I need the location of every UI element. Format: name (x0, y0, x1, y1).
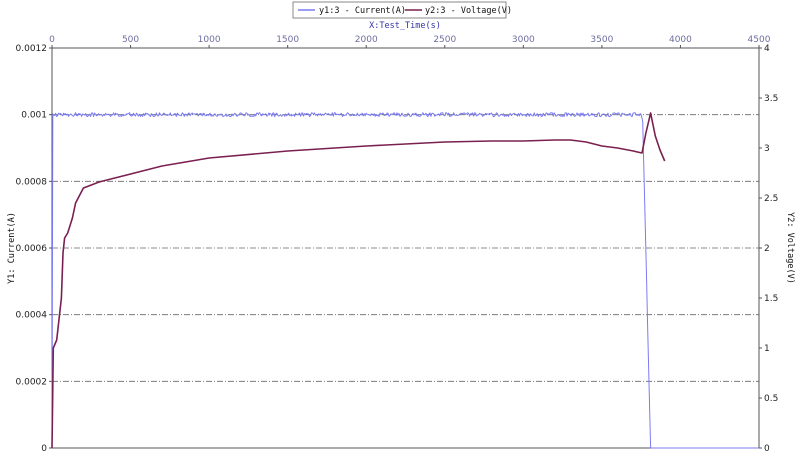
y2-tick-label: 3 (764, 144, 770, 154)
x-tick-label: 2000 (355, 35, 378, 45)
x-tick-label: 3500 (590, 35, 613, 45)
y1-tick-label: 0.0006 (16, 244, 48, 254)
y1-tick-label: 0.0012 (16, 44, 48, 54)
chart: 00.00020.00040.00060.00080.0010.001200.5… (7, 1, 795, 454)
y2-tick-label: 0.5 (764, 394, 778, 404)
y2-axis-title: Y2: Voltage(V) (785, 212, 795, 284)
legend: y1:3 - Current(A) y2:3 - Voltage(V) (292, 1, 512, 19)
x-tick-label: 4000 (669, 35, 692, 45)
y2-tick-label: 0 (764, 444, 770, 454)
x-axis-title: X:Test_Time(s) (369, 21, 441, 31)
x-tick-label: 3000 (512, 35, 535, 45)
y1-tick-label: 0 (41, 444, 47, 454)
x-tick-label: 500 (122, 35, 139, 45)
y1-tick-label: 0.0004 (16, 311, 48, 321)
y2-tick-label: 3.5 (764, 94, 778, 104)
y1-axis-title: Y1: Current(A) (7, 212, 17, 284)
y2-tick-label: 4 (764, 44, 770, 54)
legend-label-current: y1:3 - Current(A) (319, 6, 406, 16)
x-tick-label: 4500 (748, 35, 771, 45)
y2-tick-label: 2 (764, 244, 770, 254)
y1-tick-label: 0.0002 (16, 377, 48, 387)
y2-tick-label: 1.5 (764, 294, 778, 304)
y2-tick-label: 2.5 (764, 194, 778, 204)
y1-tick-label: 0.001 (21, 111, 47, 121)
x-tick-label: 2500 (433, 35, 456, 45)
y2-tick-label: 1 (764, 344, 770, 354)
y1-tick-label: 0.0008 (16, 177, 48, 187)
x-tick-label: 1000 (198, 35, 221, 45)
x-tick-label: 0 (49, 35, 55, 45)
legend-label-voltage: y2:3 - Voltage(V) (425, 6, 512, 16)
x-tick-label: 1500 (276, 35, 299, 45)
